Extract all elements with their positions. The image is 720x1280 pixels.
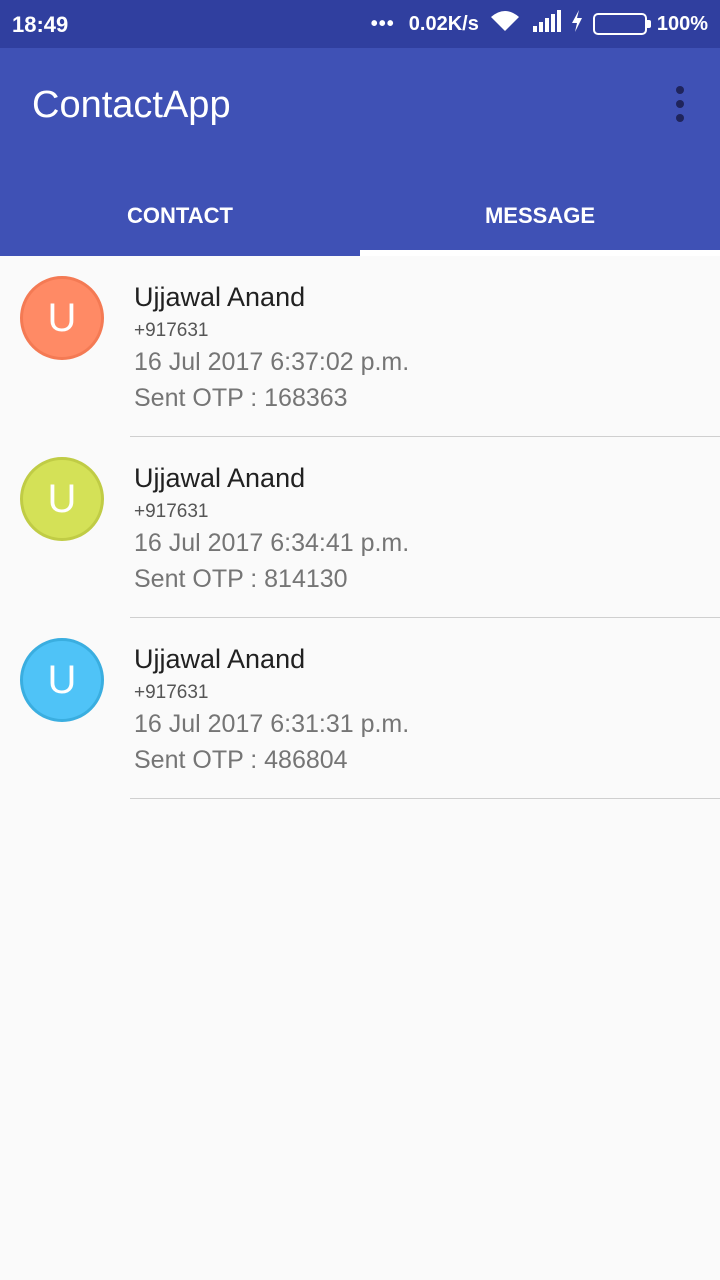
otp-text: Sent OTP : 814130 [134,565,348,593]
contact-name: Ujjawal Anand [134,282,306,312]
contact-name: Ujjawal Anand [134,463,306,493]
contact-phone: +917631 [134,682,209,703]
battery-percent: 100% [656,12,708,35]
tab-bar: CONTACT MESSAGE [0,176,720,256]
message-list: U Ujjawal Anand +917631 16 Jul 2017 6:37… [0,256,720,799]
status-bar: 18:49 ••• 0.02K/s 100% [0,0,720,48]
tab-contact[interactable]: CONTACT [0,176,360,256]
avatar: U [20,276,104,360]
contact-phone: +917631 [134,320,209,341]
app-title: ContactApp [32,84,231,126]
list-item[interactable]: U Ujjawal Anand +917631 16 Jul 2017 6:37… [0,256,720,437]
wifi-icon [489,9,521,39]
app-bar: ContactApp CONTACT MESSAGE [0,48,720,256]
list-item[interactable]: U Ujjawal Anand +917631 16 Jul 2017 6:31… [0,618,720,799]
message-date: 16 Jul 2017 6:34:41 p.m. [134,529,410,557]
otp-text: Sent OTP : 486804 [134,746,348,774]
list-item[interactable]: U Ujjawal Anand +917631 16 Jul 2017 6:34… [0,437,720,618]
divider [130,798,720,799]
notification-dots: ••• [370,12,395,35]
contact-name: Ujjawal Anand [134,644,306,674]
signal-icon [531,10,561,38]
avatar: U [20,457,104,541]
battery-icon [592,13,651,35]
contact-phone: +917631 [134,501,209,522]
network-speed: 0.02K/s [408,12,479,35]
message-date: 16 Jul 2017 6:37:02 p.m. [134,348,410,376]
tab-message[interactable]: MESSAGE [360,176,720,256]
otp-text: Sent OTP : 168363 [134,384,348,412]
status-icons: ••• 0.02K/s 100% [371,10,708,38]
status-time: 18:49 [12,12,69,37]
message-date: 16 Jul 2017 6:31:31 p.m. [134,710,410,738]
charging-icon [571,10,583,38]
avatar: U [20,638,104,722]
more-vert-icon[interactable] [670,86,690,122]
